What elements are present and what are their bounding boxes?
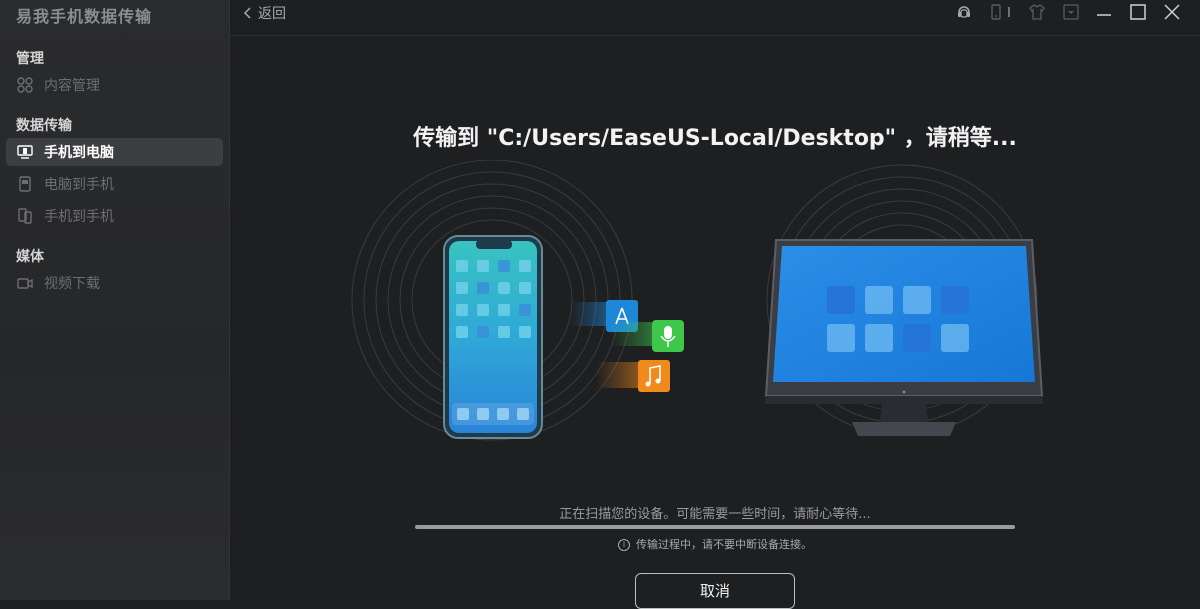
transfer-voice-memo-icon: [610, 320, 684, 352]
sidebar: 易我手机数据传输 管理 内容管理 数据传输 手机到电脑 电脑到手机 手机到手机 …: [0, 0, 230, 600]
sidebar-item-pc-to-phone[interactable]: 电脑到手机: [6, 170, 223, 198]
transfer-music-icon: [596, 360, 670, 392]
app-title: 易我手机数据传输: [16, 7, 153, 26]
sidebar-item-label: 视频下载: [44, 276, 100, 292]
shirt-icon[interactable]: [1027, 2, 1047, 22]
sidebar-item-content-management[interactable]: 内容管理: [6, 71, 223, 99]
cancel-button[interactable]: 取消: [635, 573, 795, 609]
scan-status-text: 正在扫描您的设备。可能需要一些时间，请耐心等待...: [559, 507, 871, 522]
back-button[interactable]: 返回: [242, 3, 286, 23]
sidebar-item-video-download[interactable]: 视频下载: [6, 269, 223, 297]
sidebar-item-phone-to-phone[interactable]: 手机到手机: [6, 202, 223, 230]
computer-illustration: [764, 239, 1044, 436]
section-title-media: 媒体: [16, 249, 44, 265]
back-label: 返回: [258, 6, 286, 22]
info-icon: i: [618, 539, 630, 551]
support-icon[interactable]: [954, 2, 974, 22]
sidebar-item-label: 手机到手机: [44, 209, 114, 225]
video-icon: [16, 274, 34, 292]
minimize-icon[interactable]: [1094, 2, 1114, 22]
maximize-icon[interactable]: [1128, 2, 1148, 22]
grid-icon: [16, 76, 34, 94]
device-icon[interactable]: [986, 2, 1006, 22]
progress-bar: [415, 525, 1015, 529]
transfer-illustration: [351, 160, 1044, 441]
connection-hint-text: 传输过程中，请不要中断设备连接。: [636, 538, 812, 551]
divider: [1006, 2, 1012, 22]
close-icon[interactable]: [1162, 2, 1182, 22]
phone-illustration: [443, 235, 543, 439]
progress-fill: [415, 525, 1015, 529]
section-title-manage: 管理: [16, 51, 44, 67]
sidebar-item-phone-to-pc[interactable]: 手机到电脑: [6, 138, 223, 166]
sidebar-item-label: 内容管理: [44, 78, 100, 94]
menu-dropdown-icon[interactable]: [1061, 2, 1081, 22]
pc-to-phone-icon: [16, 175, 34, 193]
connection-hint: i 传输过程中，请不要中断设备连接。: [230, 536, 1200, 552]
phone-to-pc-icon: [16, 143, 34, 161]
chevron-left-icon: [243, 7, 251, 19]
top-bar: 返回: [230, 0, 1200, 36]
section-title-transfer: 数据传输: [16, 118, 72, 134]
sidebar-item-label: 手机到电脑: [44, 145, 114, 161]
page-title: 传输到 "C:/Users/EaseUS-Local/Desktop" ，请稍等…: [413, 126, 1017, 151]
phone-to-phone-icon: [16, 207, 34, 225]
sidebar-item-label: 电脑到手机: [44, 177, 114, 193]
